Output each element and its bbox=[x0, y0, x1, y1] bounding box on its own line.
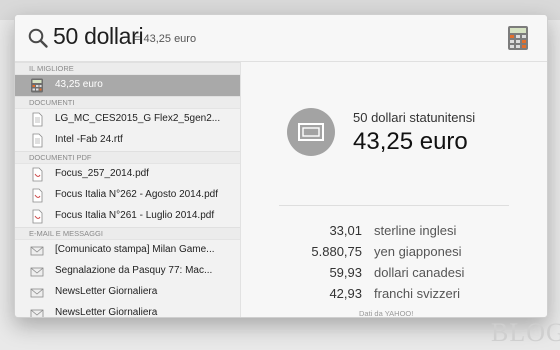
list-item-label: 43,25 euro bbox=[55, 79, 103, 90]
conversion-value: 33,01 bbox=[329, 223, 362, 238]
document-icon bbox=[32, 112, 43, 127]
inline-result: = 43,25 euro bbox=[134, 33, 197, 45]
conversion-currency: franchi svizzeri bbox=[374, 286, 460, 301]
conversion-result: 43,25 euro bbox=[353, 128, 468, 155]
section-header-best: IL MIGLIORE bbox=[15, 62, 240, 75]
pdf-icon bbox=[32, 167, 43, 182]
section-header-mail: E-MAIL E MESSAGGI bbox=[15, 227, 240, 240]
list-item-label: NewsLetter Giornaliera bbox=[55, 307, 158, 318]
conversion-row: 42,93 franchi svizzeri bbox=[241, 286, 547, 306]
list-item[interactable]: Intel -Fab 24.rtf bbox=[15, 130, 240, 151]
data-source-link[interactable]: Dati da YAHOO! bbox=[359, 309, 413, 317]
list-item[interactable]: NewsLetter Giornaliera bbox=[15, 303, 240, 318]
document-icon bbox=[32, 133, 43, 148]
watermark: BLOG bbox=[491, 318, 560, 347]
conversion-currency: yen giapponesi bbox=[374, 244, 462, 259]
pdf-icon bbox=[32, 188, 43, 203]
list-item[interactable]: Focus Italia N°262 - Agosto 2014.pdf bbox=[15, 185, 240, 206]
list-item[interactable]: Focus_257_2014.pdf bbox=[15, 164, 240, 185]
mail-icon bbox=[30, 246, 44, 256]
currency-icon bbox=[287, 108, 335, 156]
results-list: IL MIGLIORE 43,25 euro DOCUMENTI LG_MC_C… bbox=[15, 62, 241, 317]
list-item[interactable]: Segnalazione da Pasquy 77: Mac... bbox=[15, 261, 240, 282]
search-bar[interactable]: 50 dollari = 43,25 euro bbox=[15, 15, 547, 62]
conversion-value: 42,93 bbox=[329, 286, 362, 301]
conversion-value: 5.880,75 bbox=[311, 244, 362, 259]
conversion-row: 33,01 sterline inglesi bbox=[241, 223, 547, 243]
mail-icon bbox=[30, 309, 44, 317]
search-icon bbox=[28, 28, 48, 48]
preview-pane: 50 dollari statunitensi 43,25 euro 33,01… bbox=[241, 62, 547, 317]
list-item-label: Focus Italia N°261 - Luglio 2014.pdf bbox=[55, 210, 215, 221]
calculator-icon bbox=[31, 78, 43, 93]
search-input[interactable]: 50 dollari bbox=[53, 23, 144, 50]
section-header-documents: DOCUMENTI bbox=[15, 96, 240, 109]
list-item[interactable]: 43,25 euro bbox=[15, 75, 240, 96]
list-item-label: Focus_257_2014.pdf bbox=[55, 168, 149, 179]
calculator-icon bbox=[508, 26, 528, 50]
list-item[interactable]: [Comunicato stampa] Milan Game... bbox=[15, 240, 240, 261]
conversion-source: 50 dollari statunitensi bbox=[353, 110, 476, 125]
mail-icon bbox=[30, 288, 44, 298]
pdf-icon bbox=[32, 209, 43, 224]
list-item-label: NewsLetter Giornaliera bbox=[55, 286, 158, 297]
list-item-label: Intel -Fab 24.rtf bbox=[55, 134, 123, 145]
divider bbox=[279, 205, 509, 206]
list-item-label: [Comunicato stampa] Milan Game... bbox=[55, 244, 215, 255]
conversion-value: 59,93 bbox=[329, 265, 362, 280]
list-item-label: Segnalazione da Pasquy 77: Mac... bbox=[55, 265, 213, 276]
list-item[interactable]: NewsLetter Giornaliera bbox=[15, 282, 240, 303]
conversion-currency: dollari canadesi bbox=[374, 265, 465, 280]
spotlight-window: 50 dollari = 43,25 euro IL MIGLIORE 43,2… bbox=[14, 14, 548, 318]
list-item-label: Focus Italia N°262 - Agosto 2014.pdf bbox=[55, 189, 218, 200]
list-item[interactable]: LG_MC_CES2015_G Flex2_5gen2... bbox=[15, 109, 240, 130]
list-item-label: LG_MC_CES2015_G Flex2_5gen2... bbox=[55, 113, 221, 124]
mail-icon bbox=[30, 267, 44, 277]
list-item[interactable]: Focus Italia N°261 - Luglio 2014.pdf bbox=[15, 206, 240, 227]
section-header-pdf: DOCUMENTI PDF bbox=[15, 151, 240, 164]
banknote-icon bbox=[298, 123, 324, 141]
conversion-row: 59,93 dollari canadesi bbox=[241, 265, 547, 285]
conversion-row: 5.880,75 yen giapponesi bbox=[241, 244, 547, 264]
conversion-currency: sterline inglesi bbox=[374, 223, 457, 238]
